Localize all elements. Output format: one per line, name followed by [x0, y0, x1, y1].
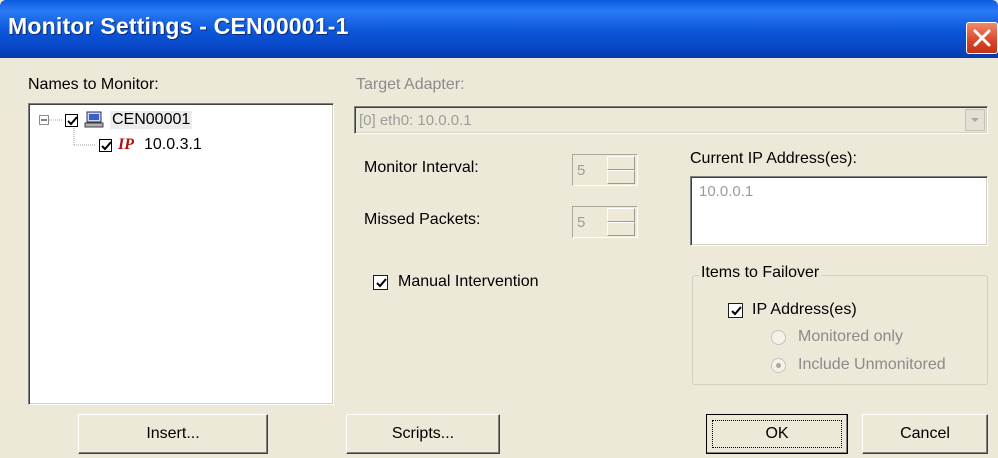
ip-addresses-label: IP Address(es)	[752, 301, 857, 318]
names-to-monitor-label: Names to Monitor:	[28, 76, 159, 93]
ip-icon: IP	[118, 136, 134, 153]
tree-item-label: CEN00001	[110, 111, 193, 129]
monitor-interval-label: Monitor Interval:	[364, 159, 479, 176]
spin-up-button[interactable]	[607, 208, 635, 222]
monitor-interval-value: 5	[577, 162, 586, 179]
focus-rect	[712, 420, 842, 448]
checkmark-icon	[376, 278, 387, 288]
missed-packets-spinner[interactable]: 5	[572, 206, 638, 238]
manual-intervention-checkbox[interactable]	[373, 275, 388, 290]
radio-include-unmonitored[interactable]	[771, 358, 786, 373]
radio-monitored-only[interactable]	[771, 330, 786, 345]
target-adapter-select[interactable]: [0] eth0: 10.0.0.1	[354, 106, 988, 134]
cancel-button[interactable]: Cancel	[862, 414, 988, 454]
insert-button[interactable]: Insert...	[78, 414, 268, 454]
close-button[interactable]	[966, 22, 998, 54]
monitor-settings-dialog: Monitor Settings - CEN00001-1 Names to M…	[0, 0, 998, 458]
dropdown-button[interactable]	[965, 109, 985, 131]
checkmark-icon	[101, 140, 112, 150]
include-unmonitored-label: Include Unmonitored	[798, 356, 946, 373]
computer-icon	[84, 111, 104, 128]
checkmark-icon	[731, 306, 742, 316]
target-adapter-label: Target Adapter:	[356, 76, 465, 93]
ok-button[interactable]: OK	[706, 414, 848, 454]
spin-up-button[interactable]	[607, 156, 635, 170]
current-ip-value: 10.0.0.1	[699, 183, 754, 200]
current-ip-label: Current IP Address(es):	[690, 150, 857, 167]
items-to-failover-title: Items to Failover	[699, 264, 822, 282]
checkmark-icon	[67, 115, 78, 125]
title-bar[interactable]: Monitor Settings - CEN00001-1	[0, 0, 998, 58]
monitor-interval-spinner[interactable]: 5	[572, 154, 638, 186]
spin-down-button[interactable]	[607, 222, 635, 236]
close-icon	[973, 29, 991, 47]
chevron-down-icon	[971, 118, 979, 122]
tree-item-ip[interactable]: IP 10.0.3.1	[99, 135, 202, 155]
tree-checkbox[interactable]	[65, 113, 78, 127]
missed-packets-label: Missed Packets:	[364, 211, 481, 228]
target-adapter-value: [0] eth0: 10.0.0.1	[359, 112, 472, 129]
scripts-button[interactable]: Scripts...	[346, 414, 500, 454]
current-ip-box[interactable]: 10.0.0.1	[690, 176, 988, 246]
window-title: Monitor Settings - CEN00001-1	[8, 13, 349, 39]
tree-item-label: 10.0.3.1	[144, 136, 202, 153]
monitored-only-label: Monitored only	[798, 328, 903, 345]
missed-packets-value: 5	[577, 214, 586, 231]
spin-down-button[interactable]	[607, 170, 635, 184]
tree-item-cen00001[interactable]: CEN00001	[65, 110, 193, 130]
names-tree[interactable]: CEN00001 IP 10.0.3.1	[28, 103, 334, 405]
tree-checkbox[interactable]	[99, 138, 112, 152]
ip-addresses-checkbox[interactable]	[728, 303, 743, 318]
manual-intervention-label: Manual Intervention	[398, 273, 539, 290]
